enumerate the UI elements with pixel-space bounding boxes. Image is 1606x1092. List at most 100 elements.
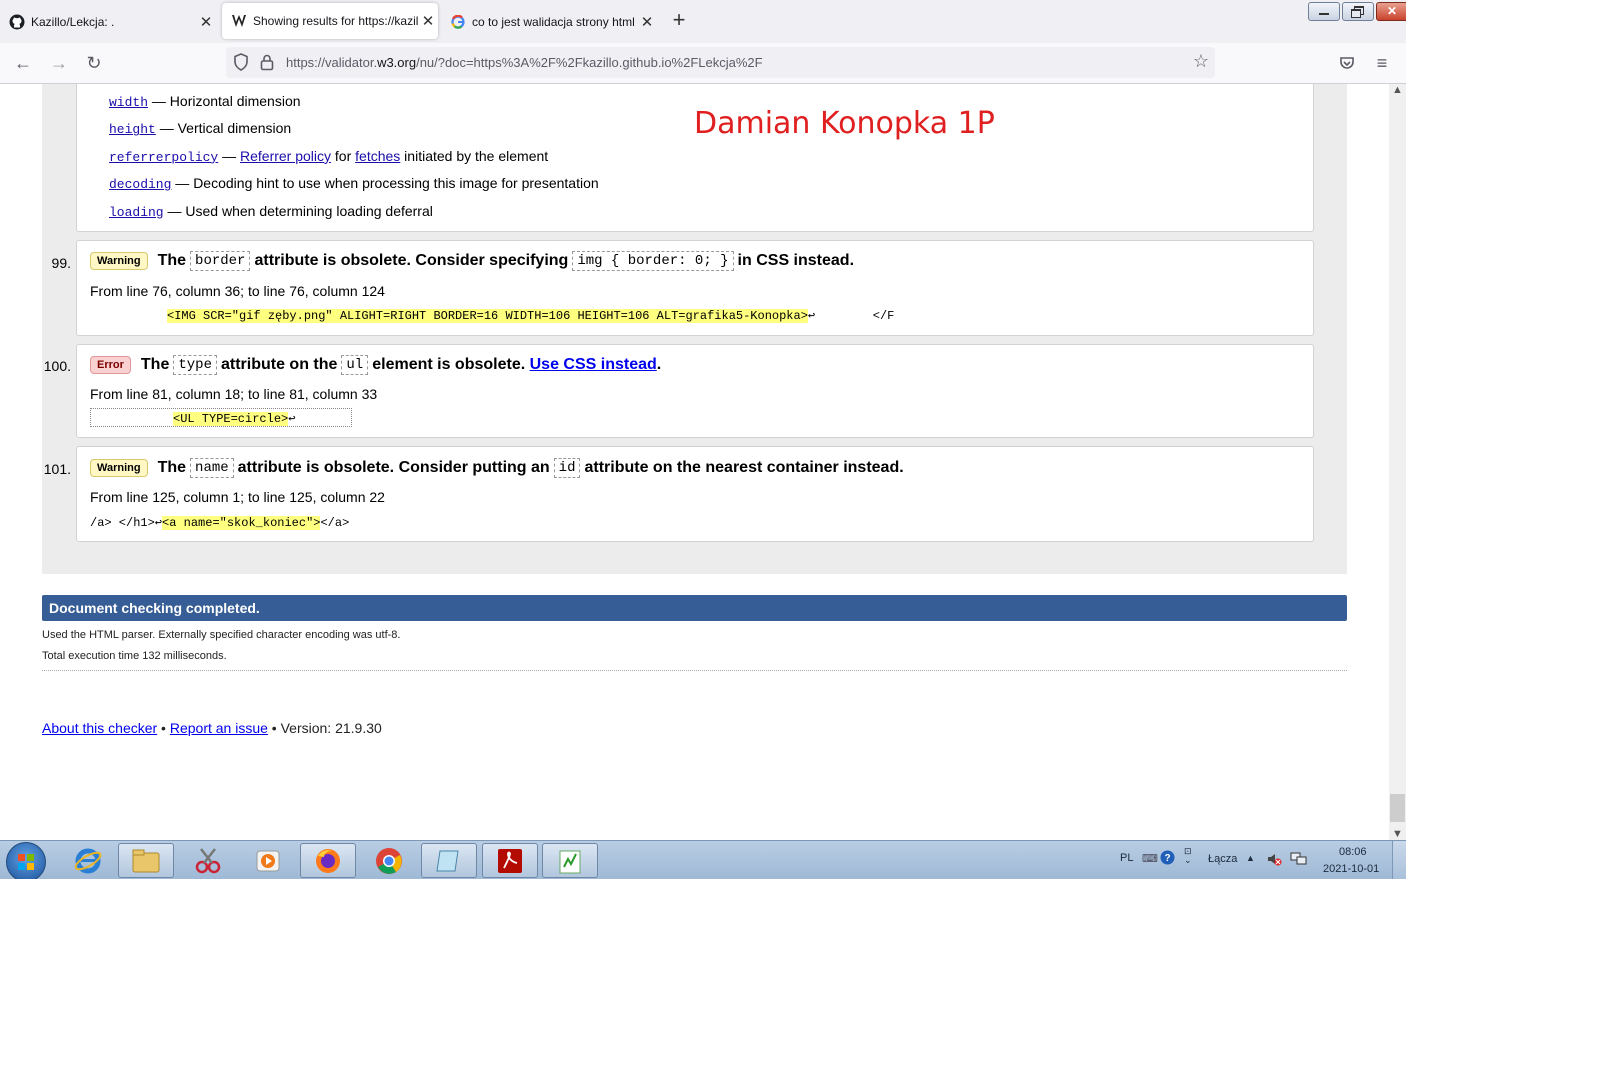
warning-badge: Warning xyxy=(90,459,148,477)
lock-icon[interactable] xyxy=(260,53,278,71)
notepad-plus-plus-icon[interactable] xyxy=(542,843,598,878)
version-text: • Version: 21.9.30 xyxy=(267,720,382,736)
acrobat-reader-icon[interactable] xyxy=(482,843,538,878)
url-text[interactable]: https://validator.w3.org/nu/?doc=https%3… xyxy=(286,55,763,70)
attribute-desc: for xyxy=(331,147,356,164)
menu-hamburger-icon[interactable]: ≡ xyxy=(1370,51,1394,75)
shield-icon[interactable] xyxy=(233,53,251,71)
volume-muted-icon[interactable] xyxy=(1266,851,1282,870)
url-prefix: https://validator. xyxy=(286,55,378,70)
tab-title: Showing results for https://kazil xyxy=(253,14,418,28)
message-text: Warning The border attribute is obsolete… xyxy=(90,251,854,271)
extract-highlight: <IMG SCR="gif zęby.png" ALIGHT=RIGHT BOR… xyxy=(167,309,808,323)
tab-validator[interactable]: Showing results for https://kazil ✕ xyxy=(222,3,438,39)
language-bar-options-icon[interactable]: ⊡ ⌄ xyxy=(1184,847,1192,865)
message-part: attribute is obsolete. Consider specifyi… xyxy=(254,252,569,269)
code-snippet: img { border: 0; } xyxy=(572,251,734,271)
navigation-toolbar: ← → ↻ https://validator.w3.org/nu/?doc=h… xyxy=(0,43,1406,84)
attribute-desc: — Vertical dimension xyxy=(155,120,292,137)
referrer-policy-link[interactable]: Referrer policy xyxy=(240,148,331,164)
about-checker-link[interactable]: About this checker xyxy=(42,720,157,736)
extract-highlight: <a name="skok_koniec"> xyxy=(162,516,321,530)
clock-date[interactable]: 2021-10-01 xyxy=(1323,863,1379,875)
close-tab-icon[interactable]: ✕ xyxy=(196,13,216,31)
file-explorer-icon[interactable] xyxy=(118,843,174,878)
code-snippet: type xyxy=(173,355,217,375)
new-tab-icon[interactable]: + xyxy=(668,9,690,33)
report-issue-link[interactable]: Report an issue xyxy=(170,720,268,736)
vertical-scrollbar[interactable]: ▲ ▼ xyxy=(1389,84,1406,840)
close-window-button[interactable]: ✕ xyxy=(1376,2,1406,21)
media-player-icon[interactable] xyxy=(240,843,296,878)
scroll-down-icon[interactable]: ▼ xyxy=(1392,828,1403,840)
fetches-link[interactable]: fetches xyxy=(355,148,400,164)
back-arrow-icon[interactable]: ← xyxy=(11,51,35,75)
keyboard-icon[interactable]: ⌨ xyxy=(1142,852,1158,865)
message-part: attribute on the xyxy=(220,356,338,373)
message-number: 101. xyxy=(43,461,71,477)
validator-page: width — Horizontal dimension height — Ve… xyxy=(0,84,1389,840)
start-button[interactable] xyxy=(6,842,46,879)
chrome-icon[interactable] xyxy=(361,843,417,878)
restore-button[interactable] xyxy=(1342,2,1374,21)
tab-title: Kazillo/Lekcja: . xyxy=(31,14,115,29)
help-icon[interactable]: ? xyxy=(1160,850,1175,868)
execution-time: Total execution time 132 milliseconds. xyxy=(42,650,227,662)
network-status-icon[interactable] xyxy=(1290,851,1308,870)
message-part: in CSS instead. xyxy=(737,252,855,269)
attribute-link-height[interactable]: height xyxy=(109,122,156,137)
use-css-instead-link[interactable]: Use CSS instead xyxy=(530,356,657,374)
close-tab-icon[interactable]: ✕ xyxy=(637,13,657,31)
attribute-desc: — Horizontal dimension xyxy=(148,93,301,109)
message-part: The xyxy=(140,356,170,373)
firefox-icon[interactable] xyxy=(300,843,356,878)
code-extract: <UL TYPE=circle>↩ xyxy=(90,408,352,427)
attribute-desc: initiated by the element xyxy=(400,147,549,164)
scroll-thumb[interactable] xyxy=(1390,794,1405,822)
github-icon xyxy=(9,14,25,30)
language-indicator[interactable]: PL xyxy=(1120,852,1133,864)
internet-explorer-icon[interactable] xyxy=(60,843,116,878)
attribute-link-referrerpolicy[interactable]: referrerpolicy xyxy=(109,150,218,165)
notepad-icon[interactable] xyxy=(421,843,477,878)
extract-after: </a> xyxy=(320,516,350,530)
message-text: Warning The name attribute is obsolete. … xyxy=(90,458,904,478)
attribute-link-decoding[interactable]: decoding xyxy=(109,177,171,192)
warning-badge: Warning xyxy=(90,252,148,270)
browser-window: Kazillo/Lekcja: . ✕ Showing results for … xyxy=(0,0,1406,879)
attribute-item: width — Horizontal dimension xyxy=(109,93,599,120)
network-label[interactable]: Łącza xyxy=(1208,853,1237,865)
show-desktop-button[interactable] xyxy=(1392,841,1406,879)
clock-time[interactable]: 08:06 xyxy=(1339,846,1367,858)
show-hidden-icons-icon[interactable]: ▲ xyxy=(1246,853,1255,863)
code-snippet: ul xyxy=(341,355,369,375)
message-part: element is obsolete. xyxy=(372,356,526,373)
message-text: Error The type attribute on the ul eleme… xyxy=(90,355,661,375)
footer: About this checker • Report an issue • V… xyxy=(42,720,382,736)
attribute-link-loading[interactable]: loading xyxy=(109,205,164,220)
svg-text:?: ? xyxy=(1164,853,1170,864)
extract-highlight: <UL TYPE=circle> xyxy=(173,412,289,426)
tab-google[interactable]: co to jest walidacja strony html ✕ xyxy=(441,0,657,43)
attribute-item: height — Vertical dimension xyxy=(109,120,599,147)
forward-arrow-icon[interactable]: → xyxy=(47,51,71,75)
close-tab-icon[interactable]: ✕ xyxy=(418,12,438,30)
message-card-warning: Warning The border attribute is obsolete… xyxy=(76,240,1314,336)
tab-github[interactable]: Kazillo/Lekcja: . ✕ xyxy=(0,0,216,43)
tab-strip: Kazillo/Lekcja: . ✕ Showing results for … xyxy=(0,0,1406,43)
pocket-icon[interactable] xyxy=(1335,51,1359,75)
window-controls: ✕ xyxy=(1308,2,1406,21)
parser-info: Used the HTML parser. Externally specifi… xyxy=(42,629,401,641)
bookmark-star-icon[interactable]: ☆ xyxy=(1193,51,1209,72)
code-extract: <IMG SCR="gif zęby.png" ALIGHT=RIGHT BOR… xyxy=(167,308,894,323)
attribute-link-width[interactable]: width xyxy=(109,95,148,110)
message-location: From line 76, column 36; to line 76, col… xyxy=(90,283,385,299)
windows-taskbar: PL ⌨ ? ⊡ ⌄ Łącza ▲ 08:06 2021-10-01 xyxy=(0,840,1406,879)
code-snippet: name xyxy=(190,458,234,478)
url-bar[interactable]: https://validator.w3.org/nu/?doc=https%3… xyxy=(226,47,1215,78)
snipping-tool-icon[interactable] xyxy=(180,843,236,878)
extract-before: /a> </h1>↩ xyxy=(90,516,163,530)
scroll-up-icon[interactable]: ▲ xyxy=(1392,84,1403,96)
reload-icon[interactable]: ↻ xyxy=(82,51,106,75)
minimize-button[interactable] xyxy=(1308,2,1340,21)
